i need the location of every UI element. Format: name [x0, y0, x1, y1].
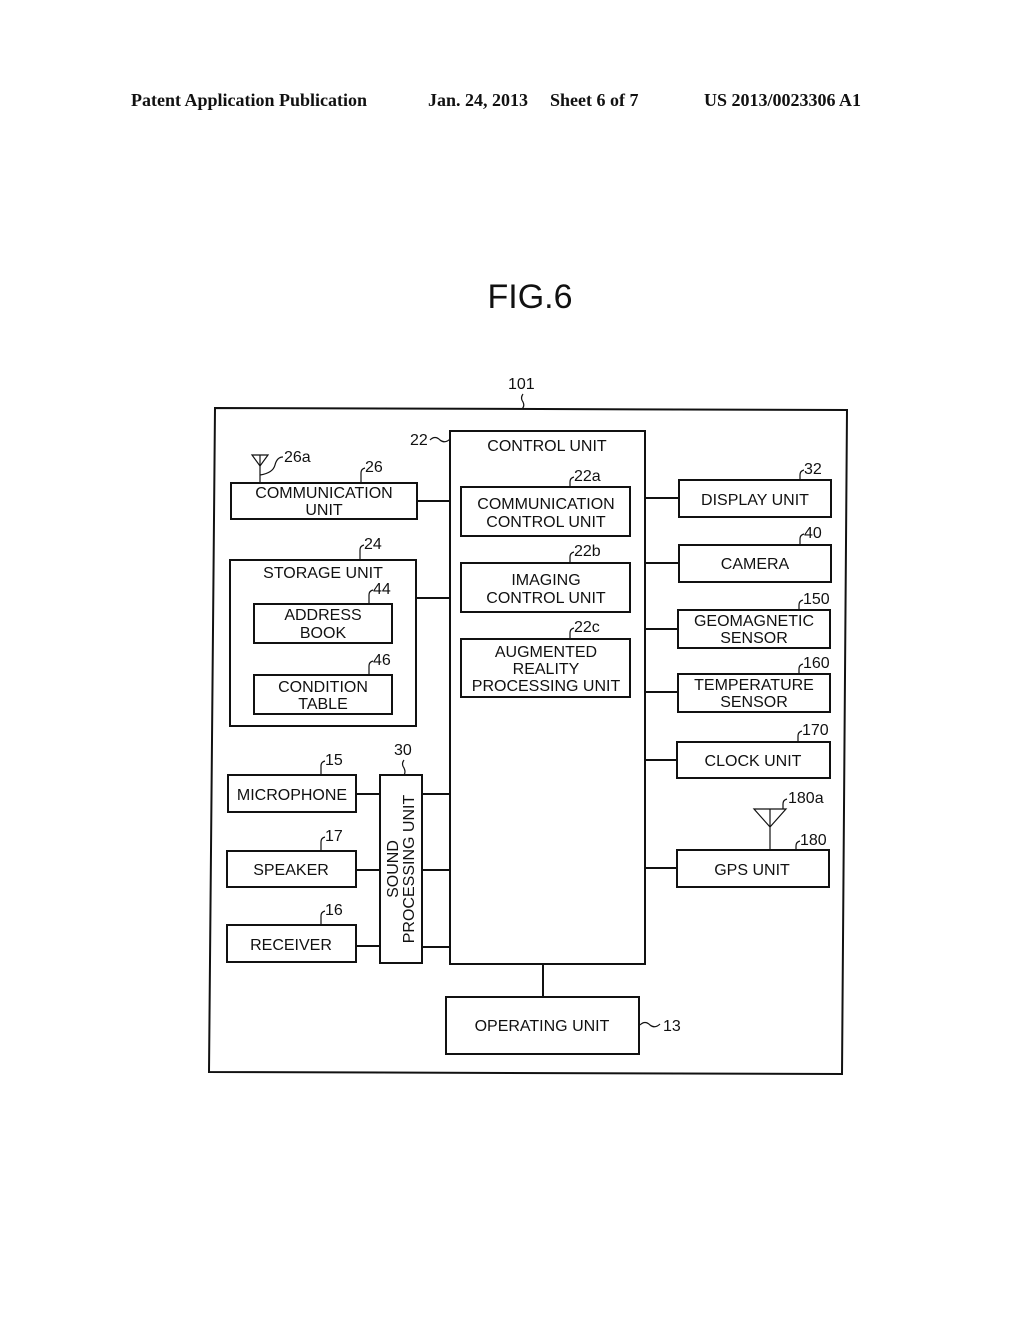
svg-text:CAMERA: CAMERA	[721, 556, 790, 573]
svg-text:SENSOR: SENSOR	[720, 694, 788, 711]
svg-text:DISPLAY UNIT: DISPLAY UNIT	[701, 492, 809, 509]
control-unit-label: CONTROL UNIT	[487, 438, 607, 455]
svg-text:22c: 22c	[574, 619, 600, 636]
svg-text:REALITY: REALITY	[513, 661, 580, 678]
svg-text:OPERATING UNIT: OPERATING UNIT	[475, 1018, 610, 1035]
control-unit-ref: 22	[410, 432, 428, 449]
svg-text:30: 30	[394, 742, 412, 759]
gps-antenna-ref: 180a	[788, 790, 824, 807]
svg-text:GPS UNIT: GPS UNIT	[714, 862, 790, 879]
camera: CAMERA 40	[645, 525, 832, 583]
svg-text:CONTROL UNIT: CONTROL UNIT	[486, 590, 606, 607]
svg-text:RECEIVER: RECEIVER	[250, 937, 332, 954]
temperature-sensor: TEMPERATURE SENSOR 160	[645, 655, 831, 713]
microphone: MICROPHONE 15	[227, 752, 380, 813]
svg-text:UNIT: UNIT	[305, 502, 343, 519]
svg-text:TABLE: TABLE	[298, 696, 348, 713]
svg-text:IMAGING: IMAGING	[511, 572, 580, 589]
svg-text:STORAGE UNIT: STORAGE UNIT	[263, 565, 383, 582]
gps-antenna-icon	[752, 808, 788, 850]
svg-text:40: 40	[804, 525, 822, 542]
svg-text:16: 16	[325, 902, 343, 919]
svg-text:SENSOR: SENSOR	[720, 630, 788, 647]
svg-text:180: 180	[800, 832, 827, 849]
svg-text:COMMUNICATION: COMMUNICATION	[255, 485, 392, 502]
svg-text:SOUND: SOUND	[385, 840, 402, 898]
svg-text:GEOMAGNETIC: GEOMAGNETIC	[694, 613, 814, 630]
svg-text:32: 32	[804, 461, 822, 478]
control-unit: CONTROL UNIT 22 COMMUNICATION CONTROL UN…	[410, 430, 646, 965]
device-ref: 101	[508, 376, 535, 393]
svg-text:160: 160	[803, 655, 830, 672]
svg-text:PROCESSING UNIT: PROCESSING UNIT	[472, 678, 621, 695]
svg-text:170: 170	[802, 722, 829, 739]
operating-unit-ref: 13	[663, 1018, 681, 1035]
svg-text:CONDITION: CONDITION	[278, 679, 368, 696]
svg-text:BOOK: BOOK	[300, 625, 347, 642]
antenna-icon	[250, 454, 270, 483]
svg-text:46: 46	[373, 652, 391, 669]
svg-text:22a: 22a	[574, 468, 601, 485]
sound-processing-unit: SOUND PROCESSING UNIT 30	[379, 742, 450, 964]
svg-text:MICROPHONE: MICROPHONE	[237, 787, 347, 804]
svg-text:PROCESSING UNIT: PROCESSING UNIT	[401, 795, 418, 944]
svg-text:CLOCK UNIT: CLOCK UNIT	[705, 753, 802, 770]
clock-unit: CLOCK UNIT 170	[645, 722, 831, 779]
gps-unit: GPS UNIT 180 180a	[645, 790, 830, 888]
svg-text:44: 44	[373, 581, 391, 598]
operating-unit: OPERATING UNIT 13	[445, 964, 681, 1055]
storage-unit: STORAGE UNIT 24 ADDRESS BOOK 44 CONDITIO…	[229, 536, 450, 727]
svg-text:15: 15	[325, 752, 343, 769]
antenna-ref: 26a	[284, 449, 311, 466]
geomagnetic-sensor: GEOMAGNETIC SENSOR 150	[645, 591, 831, 649]
svg-text:CONTROL UNIT: CONTROL UNIT	[486, 514, 606, 531]
svg-text:AUGMENTED: AUGMENTED	[495, 644, 597, 661]
svg-text:COMMUNICATION: COMMUNICATION	[477, 496, 614, 513]
speaker: SPEAKER 17	[226, 828, 380, 888]
svg-text:ADDRESS: ADDRESS	[284, 607, 361, 624]
communication-unit: COMMUNICATION UNIT 26 26a	[230, 449, 450, 520]
svg-text:24: 24	[364, 536, 382, 553]
communication-unit-ref: 26	[365, 459, 383, 476]
svg-text:SPEAKER: SPEAKER	[253, 862, 329, 879]
block-diagram: 101 CONTROL UNIT 22 COMMUNICATION CONTRO…	[207, 376, 849, 1076]
svg-text:22b: 22b	[574, 543, 601, 560]
display-unit: DISPLAY UNIT 32	[645, 461, 832, 518]
svg-text:17: 17	[325, 828, 343, 845]
svg-text:150: 150	[803, 591, 830, 608]
receiver: RECEIVER 16	[226, 902, 380, 963]
svg-text:TEMPERATURE: TEMPERATURE	[694, 677, 814, 694]
